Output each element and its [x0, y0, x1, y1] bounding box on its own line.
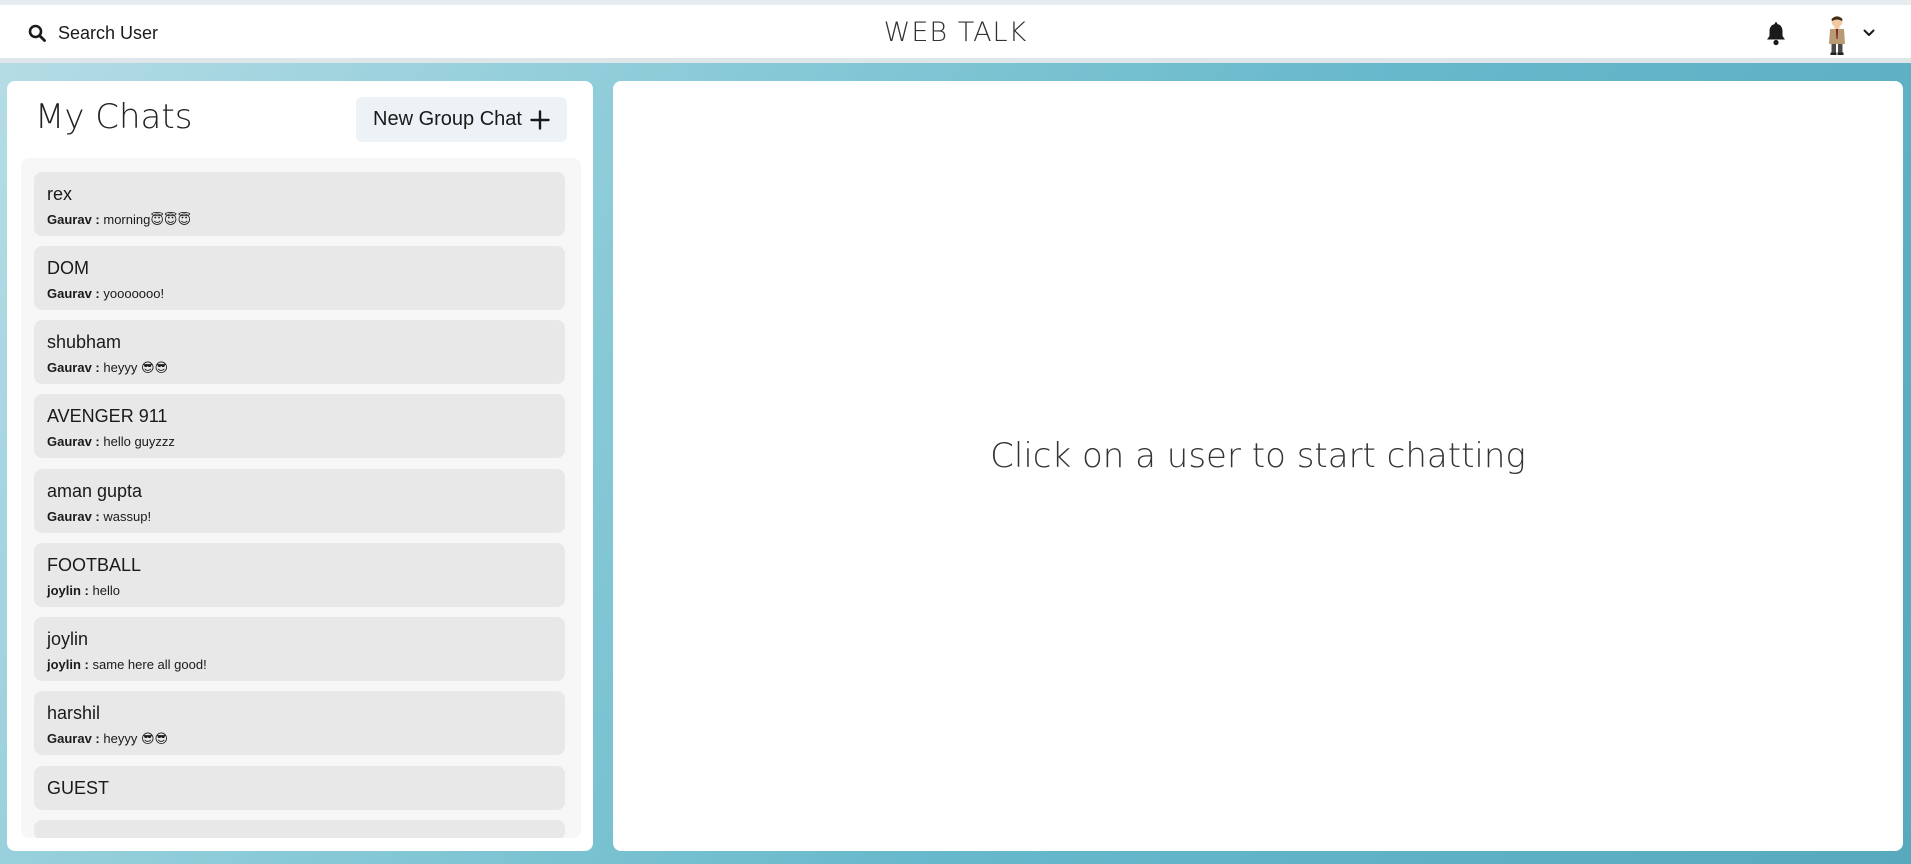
- chat-preview: Gaurav : heyyy 😎😎: [47, 360, 168, 376]
- new-group-chat-label: New Group Chat: [373, 108, 522, 130]
- top-bar: Search User WEB TALK: [0, 5, 1911, 63]
- empty-chat-message: Click on a user to start chatting: [990, 436, 1526, 476]
- chat-preview: Gaurav : morning😇😇😇: [47, 212, 191, 228]
- chat-sender: Gaurav :: [47, 212, 100, 227]
- chat-sender: Gaurav :: [47, 434, 100, 449]
- chat-preview: Gaurav : hello guyzzz: [47, 434, 175, 449]
- chat-preview: Gaurav : yooooooo!: [47, 286, 164, 301]
- chat-sender: joylin :: [47, 583, 89, 598]
- chat-name: aman gupta: [47, 481, 143, 501]
- chat-item-football[interactable]: FOOTBALL joylin : hello: [34, 543, 565, 607]
- chat-item-shubham[interactable]: shubham Gaurav : heyyy 😎😎: [34, 320, 565, 384]
- chat-sender: Gaurav :: [47, 731, 100, 746]
- chat-preview: Gaurav : heyyy 😎😎: [47, 731, 168, 747]
- chat-item-joylin[interactable]: joylin joylin : same here all good!: [34, 617, 565, 681]
- bell-icon[interactable]: [1765, 22, 1787, 46]
- chat-list[interactable]: rex Gaurav : morning😇😇😇 DOM Gaurav : yoo…: [21, 158, 581, 838]
- chat-item-rex[interactable]: rex Gaurav : morning😇😇😇: [34, 172, 565, 236]
- chevron-down-icon[interactable]: [1863, 29, 1875, 37]
- chat-message: heyyy 😎😎: [103, 360, 169, 375]
- chat-item-avenger-911[interactable]: AVENGER 911 Gaurav : hello guyzzz: [34, 394, 565, 458]
- chat-item-aman-gupta[interactable]: aman gupta Gaurav : wassup!: [34, 469, 565, 533]
- chat-name: DOM: [47, 258, 89, 278]
- chat-preview: joylin : same here all good!: [47, 657, 207, 672]
- chat-name: rex: [47, 184, 73, 204]
- my-chats-title: My Chats: [35, 97, 193, 137]
- chat-sender: Gaurav :: [47, 509, 100, 524]
- chat-message: yooooooo!: [103, 286, 165, 301]
- chat-message: heyyy 😎😎: [103, 731, 169, 746]
- plus-icon: [530, 109, 550, 130]
- avatar[interactable]: [1822, 15, 1852, 55]
- chat-sender: joylin :: [47, 657, 89, 672]
- chat-name: FOOTBALL: [47, 555, 142, 575]
- chat-item-dom[interactable]: DOM Gaurav : yooooooo!: [34, 246, 565, 310]
- app-title: WEB TALK: [883, 17, 1028, 48]
- my-chats-panel: My Chats New Group Chat rex Gaurav : mor…: [7, 81, 593, 851]
- chat-item-guest[interactable]: GUEST: [34, 766, 565, 810]
- chat-preview: joylin : hello: [47, 583, 120, 598]
- chat-item-harshil[interactable]: harshil Gaurav : heyyy 😎😎: [34, 691, 565, 755]
- chat-message: same here all good!: [92, 657, 207, 672]
- chat-name: GUEST: [47, 778, 110, 798]
- chat-name: harshil: [47, 703, 101, 723]
- chat-message: hello: [92, 583, 120, 598]
- new-group-chat-button[interactable]: New Group Chat: [356, 97, 567, 142]
- chat-message: morning😇😇😇: [103, 212, 191, 227]
- chat-message: wassup!: [103, 509, 152, 524]
- chat-name: joylin: [47, 629, 89, 649]
- chat-message: hello guyzzz: [103, 434, 175, 449]
- chat-sender: Gaurav :: [47, 360, 100, 375]
- chat-item-partial[interactable]: [34, 820, 565, 838]
- chat-preview: Gaurav : wassup!: [47, 509, 151, 524]
- chat-window: Click on a user to start chatting: [613, 81, 1903, 851]
- chat-name: shubham: [47, 332, 122, 352]
- chat-sender: Gaurav :: [47, 286, 100, 301]
- chat-name: AVENGER 911: [47, 406, 168, 426]
